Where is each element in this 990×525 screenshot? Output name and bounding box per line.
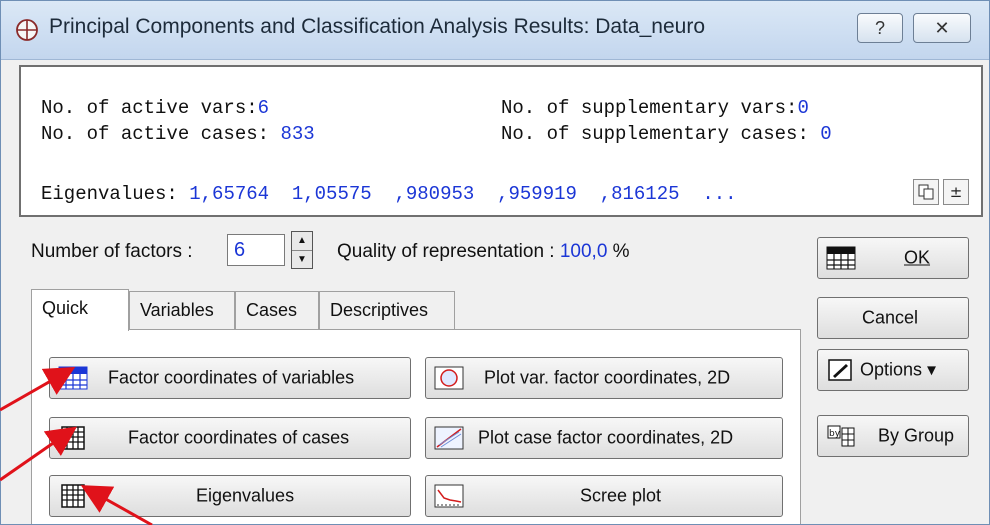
supp-cases-label: No. of supplementary cases: bbox=[501, 123, 821, 145]
tab-variables[interactable]: Variables bbox=[129, 291, 235, 329]
plot-case-factor-coordinates-label: Plot case factor coordinates, 2D bbox=[478, 427, 734, 448]
help-button[interactable]: ? bbox=[857, 13, 903, 43]
by-group-icon: by bbox=[827, 425, 855, 447]
active-vars-label: No. of active vars: bbox=[41, 97, 258, 119]
app-icon bbox=[16, 19, 38, 41]
tab-descriptives[interactable]: Descriptives bbox=[319, 291, 455, 329]
options-button[interactable]: Options ▾ bbox=[817, 349, 969, 391]
eigenvalues-button[interactable]: Eigenvalues bbox=[49, 475, 411, 517]
summary-table-icon bbox=[58, 366, 88, 390]
active-cases-row: No. of active cases: 833 bbox=[41, 123, 315, 145]
eigenvalues-label: Eigenvalues: bbox=[41, 183, 190, 205]
tab-cases[interactable]: Cases bbox=[235, 291, 319, 329]
grid-table-icon bbox=[61, 426, 85, 450]
grid-table-icon bbox=[61, 484, 85, 508]
plot-case-factor-coordinates-button[interactable]: Plot case factor coordinates, 2D bbox=[425, 417, 783, 459]
title-bar: Principal Components and Classification … bbox=[1, 1, 989, 60]
factor-coordinates-variables-button[interactable]: Factor coordinates of variables bbox=[49, 357, 411, 399]
scree-plot-button[interactable]: Scree plot bbox=[425, 475, 783, 517]
ok-label: OK bbox=[904, 247, 931, 268]
active-vars-value: 6 bbox=[257, 97, 270, 119]
copy-icon bbox=[918, 184, 934, 200]
plot-var-factor-coordinates-button[interactable]: Plot var. factor coordinates, 2D bbox=[425, 357, 783, 399]
summary-table-icon bbox=[826, 246, 856, 270]
scatter-plot-icon bbox=[434, 426, 464, 450]
cancel-button[interactable]: Cancel bbox=[817, 297, 969, 339]
plot-var-factor-coordinates-label: Plot var. factor coordinates, 2D bbox=[484, 367, 731, 388]
quality-value: 100,0 bbox=[559, 241, 608, 262]
quality-text: Quality of representation : 100,0 % bbox=[337, 241, 630, 263]
expand-button[interactable]: ± bbox=[943, 179, 969, 205]
window-title: Principal Components and Classification … bbox=[49, 15, 706, 38]
scree-plot-label: Scree plot bbox=[580, 485, 662, 506]
tab-quick[interactable]: Quick bbox=[31, 289, 129, 331]
close-button[interactable]: ✕ bbox=[913, 13, 971, 43]
results-window: Principal Components and Classification … bbox=[0, 0, 990, 525]
supp-cases-value: 0 bbox=[820, 123, 832, 145]
supp-vars-label: No. of supplementary vars: bbox=[501, 97, 798, 119]
eigenvalues-list: 1,65764 1,05575 ,980953 ,959919 ,816125 … bbox=[189, 183, 737, 205]
spin-up-icon[interactable]: ▲ bbox=[292, 232, 312, 251]
scree-plot-icon bbox=[434, 484, 464, 508]
by-group-button[interactable]: by By Group bbox=[817, 415, 969, 457]
spin-down-icon[interactable]: ▼ bbox=[292, 251, 312, 269]
factor-coordinates-cases-button[interactable]: Factor coordinates of cases bbox=[49, 417, 411, 459]
quality-unit: % bbox=[607, 241, 630, 262]
eigenvalues-row: Eigenvalues: 1,65764 1,05575 ,980953 ,95… bbox=[41, 183, 737, 205]
cancel-label: Cancel bbox=[862, 307, 919, 328]
factor-coordinates-variables-label: Factor coordinates of variables bbox=[108, 367, 355, 388]
by-group-label: By Group bbox=[878, 425, 955, 446]
factors-spinner[interactable]: ▲ ▼ bbox=[291, 231, 313, 269]
svg-text:by: by bbox=[829, 429, 841, 439]
quality-label: Quality of representation : bbox=[337, 241, 560, 262]
supp-vars-value: 0 bbox=[797, 97, 809, 119]
active-cases-value: 833 bbox=[280, 123, 315, 145]
options-label: Options ▾ bbox=[860, 359, 937, 380]
supp-vars-row: No. of supplementary vars:0 bbox=[501, 97, 809, 119]
factors-input[interactable]: 6 bbox=[227, 234, 285, 266]
options-icon bbox=[828, 359, 852, 381]
supp-cases-row: No. of supplementary cases: 0 bbox=[501, 123, 832, 145]
active-vars-row: No. of active vars:6 bbox=[41, 97, 269, 119]
factor-coordinates-cases-label: Factor coordinates of cases bbox=[128, 427, 350, 448]
ok-button[interactable]: OK bbox=[817, 237, 969, 279]
factors-label: Number of factors : bbox=[31, 241, 193, 262]
circle-plot-icon bbox=[434, 366, 464, 390]
active-cases-label: No. of active cases: bbox=[41, 123, 281, 145]
copy-button[interactable] bbox=[913, 179, 939, 205]
eigenvalues-button-label: Eigenvalues bbox=[196, 485, 295, 506]
summary-panel: No. of active vars:6 No. of supplementar… bbox=[19, 65, 983, 217]
